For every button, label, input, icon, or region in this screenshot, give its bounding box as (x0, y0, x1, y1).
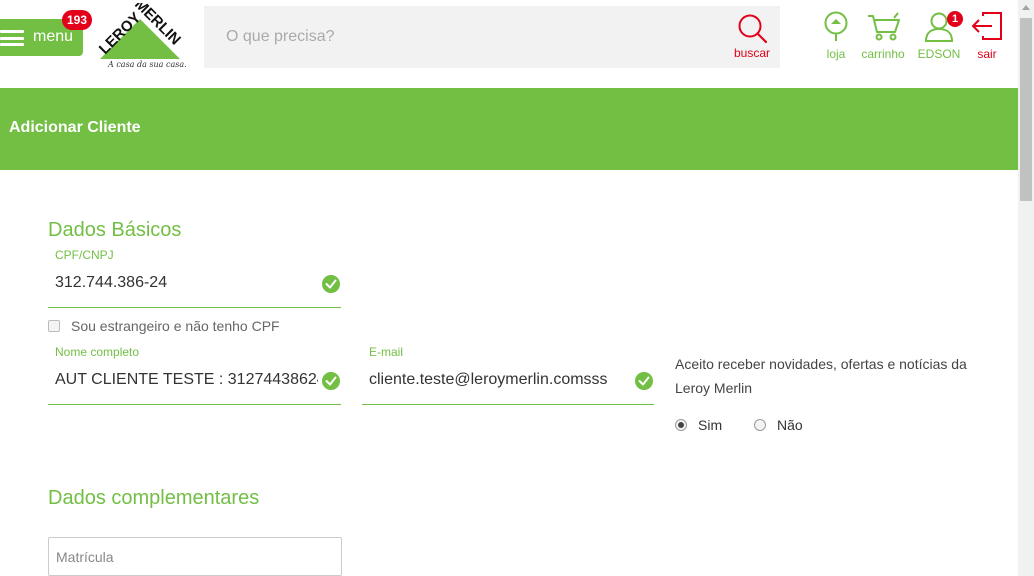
radio-no[interactable] (754, 419, 766, 431)
page-scrollbar[interactable] (1018, 0, 1034, 576)
basic-data-section-title: Dados Básicos (48, 219, 182, 241)
hamburger-icon (0, 30, 24, 46)
logout-label: sair (977, 47, 997, 61)
newsletter-option-yes[interactable]: Sim (675, 417, 722, 433)
logout-icon (971, 12, 1002, 40)
user-notification-badge: 1 (947, 11, 963, 27)
store-link[interactable]: loja (822, 10, 850, 61)
store-label: loja (826, 47, 846, 61)
user-account-link[interactable]: EDSON 1 (916, 10, 963, 61)
page-title-bar: Adicionar Cliente (0, 88, 1018, 170)
cpf-field: CPF/CNPJ 312.744.386-24 (48, 248, 341, 308)
search-button-label: buscar (734, 46, 771, 60)
email-underline (362, 404, 654, 405)
cpf-input[interactable]: 312.744.386-24 (55, 274, 318, 292)
complementary-data-section-title: Dados complementares (48, 487, 260, 509)
check-circle-icon (322, 372, 340, 390)
search-bar: buscar (204, 6, 780, 68)
foreigner-checkbox-row[interactable]: Sou estrangeiro e não tenho CPF (48, 318, 280, 334)
radio-no-label: Não (777, 417, 803, 433)
full-name-field: Nome completo AUT CLIENTE TESTE : 312744… (48, 345, 341, 405)
check-circle-icon (635, 372, 653, 390)
search-input[interactable] (204, 6, 724, 68)
menu-notification-badge: 193 (62, 10, 92, 30)
cart-link[interactable]: carrinho (860, 10, 906, 61)
scrollbar-thumb[interactable] (1020, 18, 1032, 201)
page-title: Adicionar Cliente (9, 119, 141, 136)
user-label: EDSON (917, 47, 961, 61)
cart-label: carrinho (861, 47, 905, 61)
menu-label: menu (33, 28, 74, 45)
full-name-label: Nome completo (55, 345, 140, 359)
check-circle-icon (322, 275, 340, 293)
radio-yes-label: Sim (698, 417, 723, 433)
logout-link[interactable]: sair (970, 10, 1004, 61)
newsletter-consent-text: Aceito receber novidades, ofertas e notí… (675, 356, 967, 396)
newsletter-option-no[interactable]: Não (754, 417, 803, 433)
foreigner-checkbox-label: Sou estrangeiro e não tenho CPF (71, 318, 280, 334)
cart-icon (868, 12, 900, 41)
logo-tagline: A casa da sua casa. (108, 60, 187, 69)
location-pin-icon (824, 11, 848, 41)
radio-yes[interactable] (675, 419, 687, 431)
foreigner-checkbox[interactable] (48, 320, 60, 332)
cpf-label: CPF/CNPJ (55, 248, 114, 262)
search-button[interactable]: buscar (728, 6, 780, 68)
email-field: E-mail cliente.teste@leroymerlin.comsss (362, 345, 654, 405)
full-name-input[interactable]: AUT CLIENTE TESTE : 31274438624 (55, 371, 318, 389)
scroll-up-arrow-icon[interactable] (1022, 5, 1030, 10)
email-label: E-mail (369, 345, 404, 359)
cpf-underline (48, 307, 341, 308)
registration-input[interactable] (49, 538, 341, 575)
email-input[interactable]: cliente.teste@leroymerlin.comsss (369, 371, 631, 389)
full-name-underline (48, 404, 341, 405)
registration-field (48, 537, 342, 576)
search-icon (738, 14, 768, 44)
top-header: menu 193 LEROY MERLIN A casa da sua casa… (0, 0, 1018, 88)
